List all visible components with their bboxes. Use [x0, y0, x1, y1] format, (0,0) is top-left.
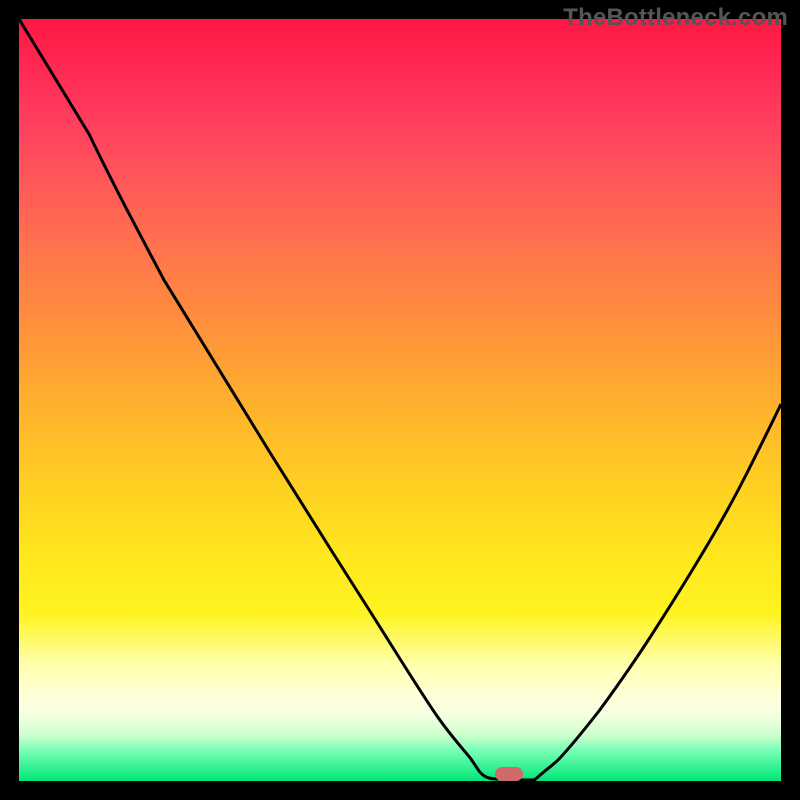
watermark-label: TheBottleneck.com — [563, 4, 788, 32]
chart-frame: TheBottleneck.com — [0, 0, 800, 800]
optimal-marker — [495, 767, 523, 781]
curve-svg — [19, 19, 781, 781]
bottleneck-curve-path — [19, 19, 781, 780]
